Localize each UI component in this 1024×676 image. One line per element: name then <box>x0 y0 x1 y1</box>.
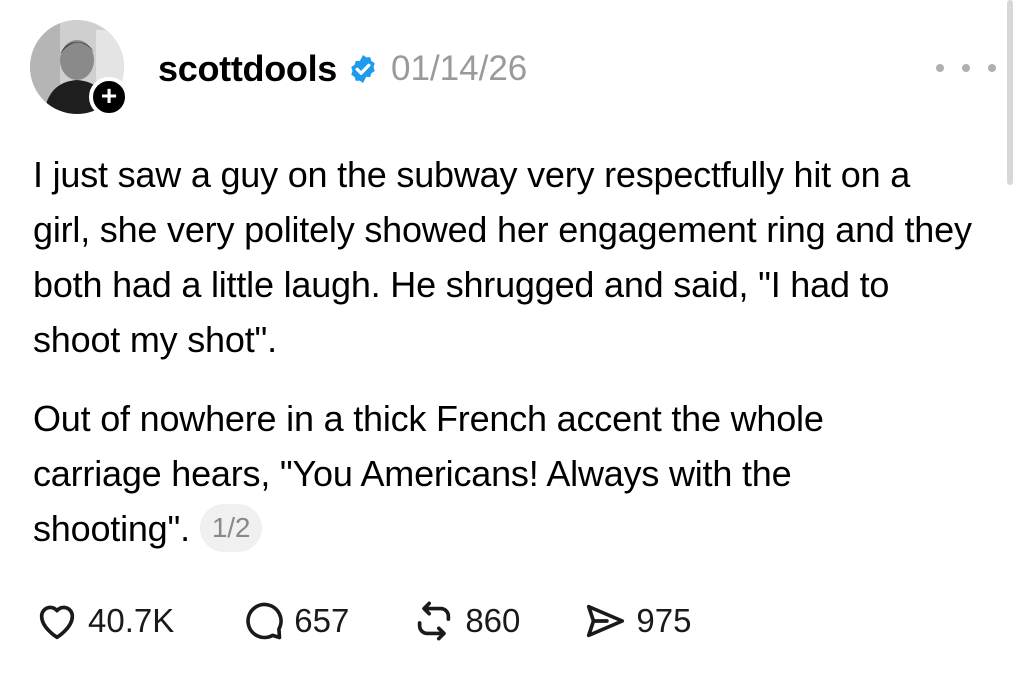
more-options-button[interactable] <box>936 50 996 86</box>
reply-count: 657 <box>294 602 350 639</box>
page-indicator[interactable]: 1/2 <box>199 504 263 553</box>
verified-badge-icon <box>347 53 379 85</box>
send-icon <box>582 598 628 644</box>
repost-button[interactable]: 860 <box>411 598 520 644</box>
like-count: 40.7K <box>88 602 175 639</box>
reply-button[interactable]: 657 <box>240 598 349 644</box>
like-button[interactable]: 40.7K <box>34 598 174 644</box>
thread-post: + scottdools 01/14/26 I just saw a guy o… <box>0 0 1024 676</box>
scrollbar[interactable] <box>1007 0 1013 185</box>
ellipsis-icon <box>936 64 944 72</box>
ellipsis-icon <box>988 64 996 72</box>
post-date: 01/14/26 <box>391 49 528 88</box>
repost-count: 860 <box>465 602 521 639</box>
share-count: 975 <box>636 602 692 639</box>
action-bar: 40.7K 657 860 975 <box>34 596 691 646</box>
follow-button[interactable]: + <box>89 77 129 117</box>
plus-icon: + <box>100 80 118 111</box>
post-text-paragraph: I just saw a guy on the subway very resp… <box>33 154 972 360</box>
username[interactable]: scottdools <box>158 48 337 90</box>
post-text-paragraph: Out of nowhere in a thick French accent … <box>33 391 893 556</box>
share-button[interactable]: 975 <box>582 598 691 644</box>
heart-icon <box>34 598 80 644</box>
speech-bubble-icon <box>240 598 286 644</box>
post-text-line: Out of nowhere in a thick French accent … <box>33 398 824 549</box>
repost-icon <box>411 598 457 644</box>
ellipsis-icon <box>962 64 970 72</box>
post-header: scottdools 01/14/26 <box>158 44 527 94</box>
